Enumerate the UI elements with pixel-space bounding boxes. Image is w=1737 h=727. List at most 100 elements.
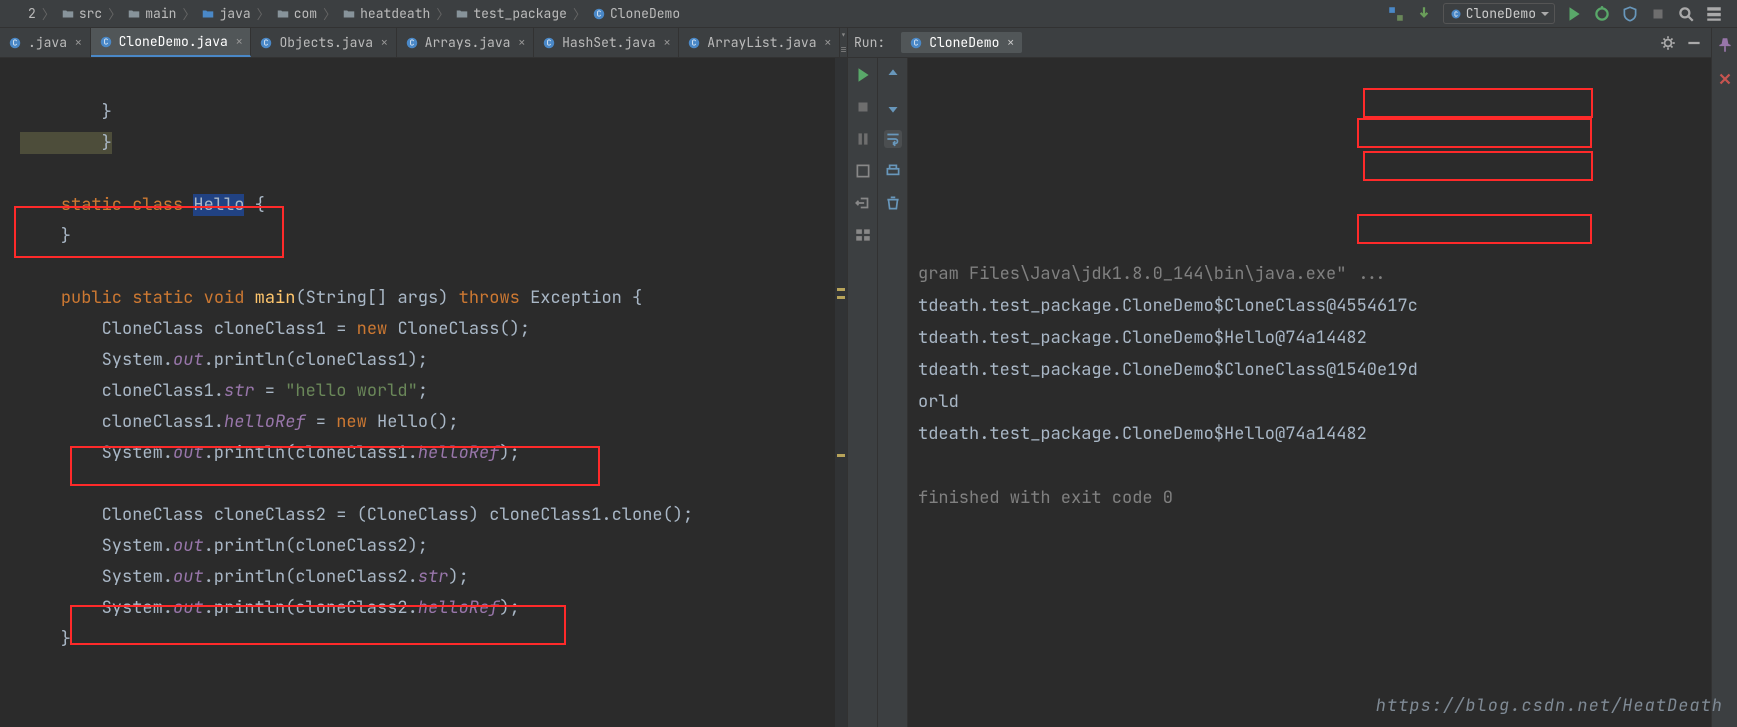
rerun-icon[interactable] [854,66,872,84]
run-console-col [878,58,908,727]
close-icon[interactable]: ✕ [75,36,82,50]
run-panel-label: Run: [854,34,891,51]
close-x-icon[interactable] [1716,70,1734,88]
run-action-col [848,58,878,727]
run-config-label: CloneDemo [1466,5,1536,22]
editor-tab[interactable]: CCloneDemo.java✕ [91,28,252,57]
code-line: } [20,225,71,247]
breadcrumb-item[interactable]: CCloneDemo [588,5,684,22]
chevron-right-icon: 〉 [573,4,586,23]
vcs-icon[interactable] [1387,5,1405,23]
breadcrumb-item[interactable]: 2 [6,5,40,22]
coverage-icon[interactable] [1621,5,1639,23]
console-output[interactable]: gram Files\Java\jdk1.8.0_144\bin\java.ex… [908,58,1711,727]
chevron-right-icon: 〉 [323,4,336,23]
close-icon[interactable]: ✕ [1007,36,1014,50]
breadcrumb: 2〉src〉main〉java〉com〉heatdeath〉test_packa… [0,0,1737,28]
close-icon[interactable]: ✕ [825,36,832,50]
close-icon[interactable]: ✕ [236,35,243,49]
editor-tabs: C.java✕CCloneDemo.java✕CObjects.java✕CAr… [0,28,847,58]
svg-text:C: C [13,38,18,48]
warning-marker[interactable] [837,454,845,457]
svg-text:C: C [597,9,602,19]
console-line: finished with exit code 0 [918,482,1701,514]
exit-icon[interactable] [854,194,872,212]
editor-tab[interactable]: C.java✕ [0,28,91,57]
svg-text:C: C [1454,10,1458,19]
breadcrumb-item[interactable]: main [123,5,180,22]
down-icon[interactable] [884,98,902,116]
breadcrumb-item[interactable]: java [197,5,254,22]
close-icon[interactable]: ✕ [381,36,388,50]
svg-text:C: C [692,38,697,48]
stop-icon[interactable] [1649,5,1667,23]
run-toolwindow-tabs: Run: C CloneDemo ✕ [848,28,1711,58]
annotation-box [1363,88,1593,118]
stop-icon[interactable] [854,98,872,116]
pause-icon[interactable] [854,130,872,148]
editor-tab[interactable]: CObjects.java✕ [251,28,396,57]
warning-marker[interactable] [837,296,845,299]
breadcrumb-item[interactable]: src [57,5,106,22]
chevron-right-icon: 〉 [182,4,195,23]
dump-icon[interactable] [854,162,872,180]
editor-tab[interactable]: CArrayList.java✕ [679,28,840,57]
gear-icon[interactable] [1659,34,1677,52]
console-line: gram Files\Java\jdk1.8.0_144\bin\java.ex… [918,258,1701,290]
run-config-selector[interactable]: C CloneDemo [1443,3,1555,24]
code-line: cloneClass1.str = "hello world"; [20,380,428,402]
pull-icon[interactable] [1415,5,1433,23]
breadcrumb-item[interactable]: heatdeath [338,5,434,22]
chevron-right-icon: 〉 [108,4,121,23]
code-line: cloneClass1.helloRef = new Hello(); [20,411,459,433]
svg-text:C: C [409,38,414,48]
code-line: } [20,628,71,650]
breadcrumb-item[interactable]: com [272,5,321,22]
code-line: public static void main(String[] args) t… [20,287,642,309]
chevron-right-icon: 〉 [42,4,55,23]
code-editor[interactable]: } } static class Hello { } public static… [0,58,847,727]
svg-text:C: C [547,38,552,48]
console-line: orld [918,386,1701,418]
code-line: } [20,101,112,123]
debug-icon[interactable] [1593,5,1611,23]
trash-icon[interactable] [884,194,902,212]
code-line: CloneClass cloneClass1 = new CloneClass(… [20,318,530,340]
editor-tab[interactable]: CHashSet.java✕ [534,28,679,57]
svg-text:C: C [103,37,108,47]
warning-marker[interactable] [837,288,845,291]
play-icon[interactable] [1565,5,1583,23]
pin-icon[interactable] [1716,36,1734,54]
code-line: System.out.println(cloneClass1.helloRef)… [20,442,520,464]
wrap-icon[interactable] [884,130,902,148]
console-line [918,450,1701,482]
up-icon[interactable] [884,66,902,84]
chevron-right-icon: 〉 [257,4,270,23]
toolbar-right: C CloneDemo [1387,3,1731,24]
run-tab-label: CloneDemo [929,34,999,51]
code-line: System.out.println(cloneClass2.helloRef)… [20,597,520,619]
console-line: tdeath.test_package.CloneDemo$CloneClass… [918,290,1701,322]
editor-marker-stripe [835,58,847,727]
code-line: System.out.println(cloneClass2.str); [20,566,469,588]
code-line: System.out.println(cloneClass1); [20,349,428,371]
code-line: } [20,132,112,154]
breadcrumb-item[interactable]: test_package [451,5,571,22]
chevron-right-icon: 〉 [436,4,449,23]
svg-text:C: C [914,38,919,48]
console-line: tdeath.test_package.CloneDemo$CloneClass… [918,354,1701,386]
structure-icon[interactable] [1705,5,1723,23]
close-icon[interactable]: ✕ [664,36,671,50]
layout-icon[interactable] [854,226,872,244]
code-line: CloneClass cloneClass2 = (CloneClass) cl… [20,504,693,526]
annotation-box [1357,214,1592,244]
console-line: tdeath.test_package.CloneDemo$Hello@74a1… [918,322,1701,354]
hide-icon[interactable] [1685,34,1703,52]
editor-tab[interactable]: CArrays.java✕ [397,28,534,57]
search-icon[interactable] [1677,5,1695,23]
run-tab[interactable]: C CloneDemo ✕ [901,32,1022,53]
annotation-box [1357,118,1592,148]
code-line: static class Hello { [20,194,265,216]
close-icon[interactable]: ✕ [518,36,525,50]
print-icon[interactable] [884,162,902,180]
